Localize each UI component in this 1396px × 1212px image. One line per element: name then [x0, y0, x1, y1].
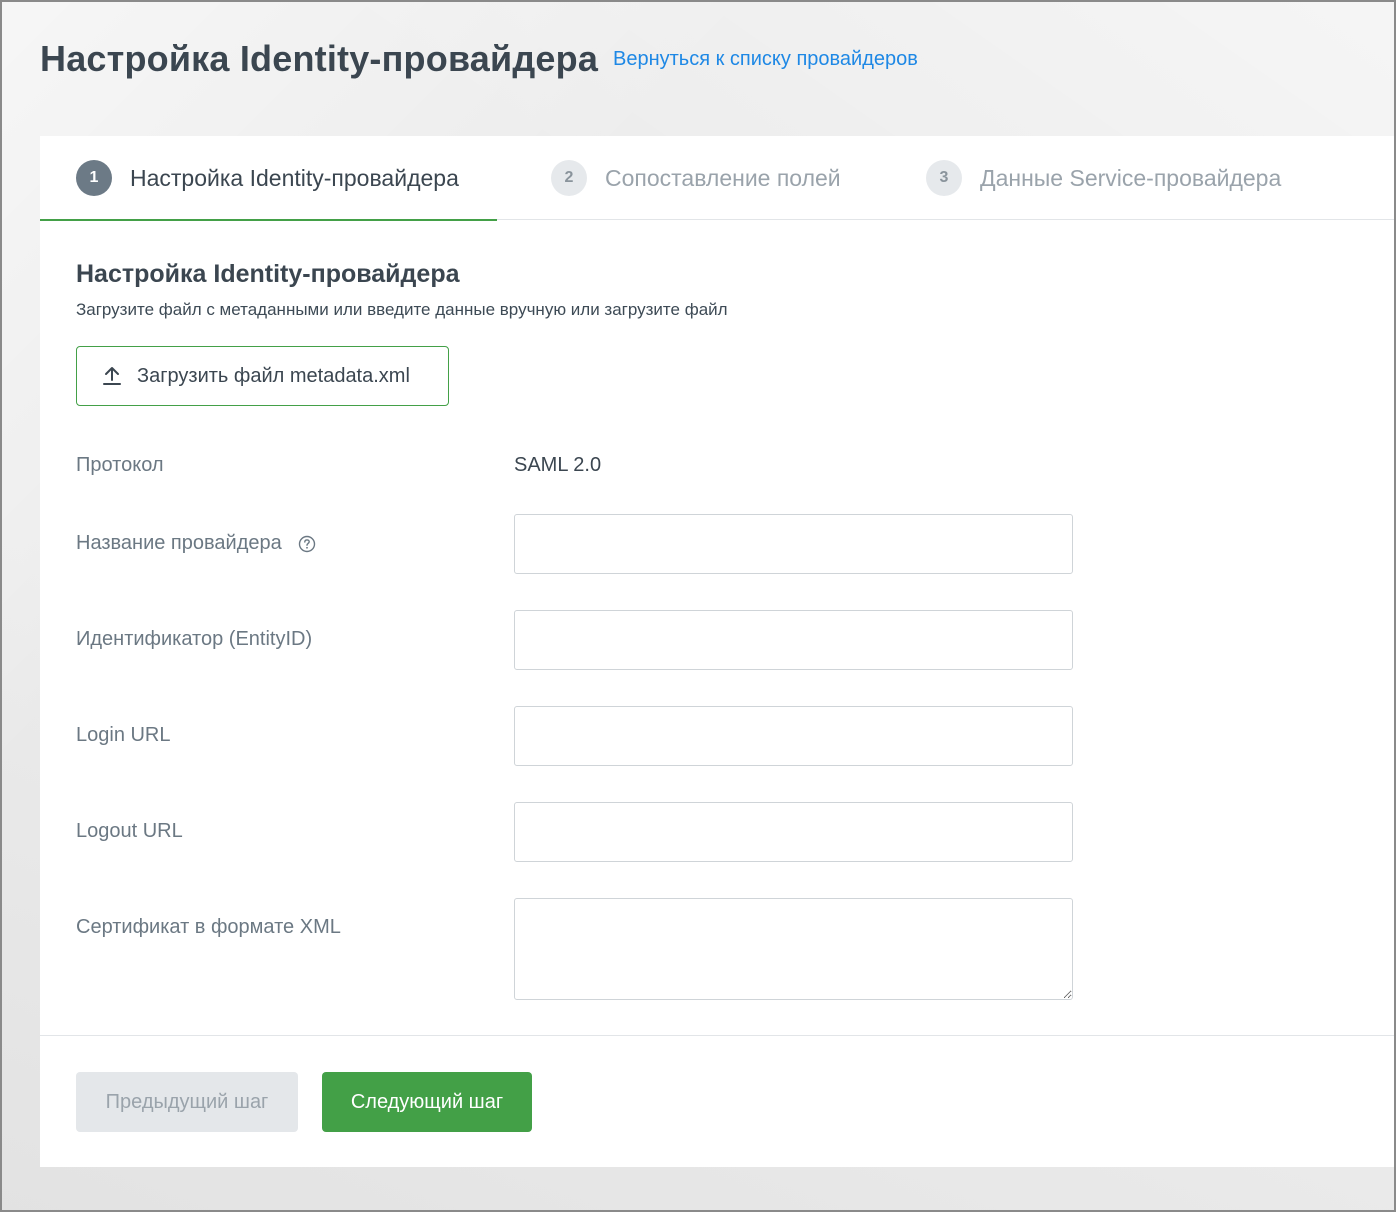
upload-button-label: Загрузить файл metadata.xml [137, 364, 410, 387]
tab-label: Сопоставление полей [605, 164, 841, 191]
protocol-label: Протокол [76, 454, 164, 476]
logout-url-input[interactable] [514, 802, 1073, 862]
next-step-button[interactable]: Следующий шаг [322, 1072, 532, 1132]
step-number: 2 [551, 160, 587, 196]
tab-label: Настройка Identity-провайдера [130, 164, 459, 191]
tab-idp-settings[interactable]: 1 Настройка Identity-провайдера [40, 136, 497, 221]
entity-id-input[interactable] [514, 610, 1073, 670]
step-number: 3 [926, 160, 962, 196]
login-url-input[interactable] [514, 706, 1073, 766]
tab-sp-data[interactable]: 3 Данные Service-провайдера [926, 136, 1281, 220]
provider-name-label: Название провайдера [76, 532, 282, 554]
upload-metadata-button[interactable]: Загрузить файл metadata.xml [76, 346, 449, 406]
footer-divider [40, 1035, 1394, 1036]
entity-id-label: Идентификатор (EntityID) [76, 628, 313, 650]
page-title: Настройка Identity-провайдера [40, 38, 599, 79]
provider-name-input[interactable] [514, 514, 1073, 574]
certificate-label: Сертификат в формате XML [76, 916, 341, 938]
previous-step-button[interactable]: Предыдущий шаг [76, 1072, 298, 1132]
certificate-textarea[interactable] [514, 898, 1073, 1000]
section-title: Настройка Identity-провайдера [76, 260, 460, 288]
settings-card: 1 Настройка Identity-провайдера 2 Сопост… [40, 136, 1394, 1167]
login-url-label: Login URL [76, 724, 171, 746]
tab-label: Данные Service-провайдера [980, 164, 1282, 191]
section-description: Загрузите файл с метаданными или введите… [76, 300, 728, 319]
upload-icon [103, 367, 121, 385]
logout-url-label: Logout URL [76, 820, 183, 842]
protocol-value: SAML 2.0 [514, 454, 602, 476]
step-number: 1 [76, 160, 112, 196]
back-to-providers-link[interactable]: Вернуться к списку провайдеров [613, 48, 918, 71]
wizard-steps: 1 Настройка Identity-провайдера 2 Сопост… [40, 136, 1394, 221]
app-window: Настройка Identity-провайдера Вернуться … [0, 0, 1396, 1212]
help-circle-icon[interactable] [298, 535, 316, 553]
provider-name-label-row: Название провайдера [76, 532, 316, 555]
tab-field-mapping[interactable]: 2 Сопоставление полей [551, 136, 841, 220]
